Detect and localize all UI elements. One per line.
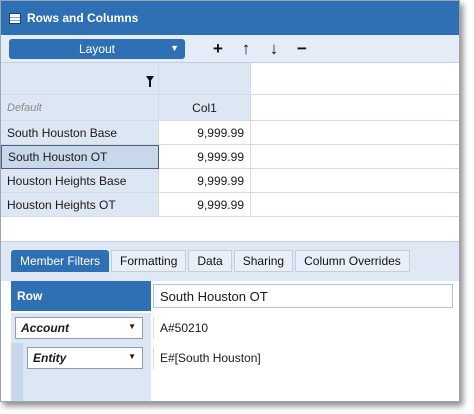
filter-icon[interactable] — [146, 75, 154, 87]
add-button[interactable]: + — [207, 38, 229, 60]
entity-dimension-label: Entity — [33, 351, 67, 365]
account-dimension-select[interactable]: Account ▼ — [15, 317, 143, 339]
entity-filter-row: Entity ▼ E#[South Houston] — [1, 343, 459, 373]
default-row-header: Default — [1, 95, 159, 121]
empty-cell — [251, 121, 459, 145]
tab-member-filters[interactable]: Member Filters — [11, 250, 110, 272]
empty-cell — [251, 63, 459, 95]
row-header[interactable]: Houston Heights Base — [1, 169, 159, 193]
layout-dropdown[interactable]: Layout ▼ — [9, 38, 185, 59]
empty-cell — [251, 169, 459, 193]
empty-cell — [251, 193, 459, 217]
rows-and-columns-panel: Rows and Columns Layout ▼ + ↑ ↓ − Defaul… — [0, 0, 460, 402]
next-filter-row — [1, 373, 459, 401]
layout-dropdown-label: Layout — [78, 41, 116, 56]
row-label: Row — [11, 281, 151, 311]
data-cell[interactable]: 9,999.99 — [159, 193, 251, 217]
row-header-selected[interactable]: South Houston OT — [1, 145, 159, 169]
table-row[interactable]: South Houston OT 9,999.99 — [1, 145, 459, 169]
row-name-input[interactable]: South Houston OT — [153, 284, 453, 308]
tab-strip: Member Filters Formatting Data Sharing C… — [1, 241, 459, 281]
account-filter-input[interactable]: A#50210 — [153, 317, 453, 339]
tab-formatting[interactable]: Formatting — [111, 250, 187, 272]
grid-filter-row — [1, 63, 459, 95]
indent-marker — [11, 343, 23, 373]
remove-button[interactable]: − — [291, 38, 313, 60]
row-header[interactable]: South Houston Base — [1, 121, 159, 145]
data-cell[interactable]: 9,999.99 — [159, 169, 251, 193]
grid-header-row: Default Col1 — [1, 95, 459, 121]
tab-data[interactable]: Data — [188, 250, 232, 272]
dropdown-arrow-icon: ▼ — [128, 352, 136, 361]
tab-sharing[interactable]: Sharing — [233, 250, 294, 272]
data-cell[interactable]: 9,999.99 — [159, 145, 251, 169]
window-title: Rows and Columns — [27, 11, 139, 25]
title-bar: Rows and Columns — [1, 1, 459, 35]
indent-marker — [11, 373, 23, 401]
row-header[interactable]: Houston Heights OT — [1, 193, 159, 217]
table-row[interactable]: South Houston Base 9,999.99 — [1, 121, 459, 145]
account-dimension-label: Account — [21, 321, 69, 335]
tabs: Member Filters Formatting Data Sharing C… — [11, 250, 412, 272]
tab-column-overrides[interactable]: Column Overrides — [295, 250, 410, 272]
default-label: Default — [7, 101, 42, 114]
dropdown-arrow-icon: ▼ — [128, 322, 136, 331]
table-row[interactable]: Houston Heights Base 9,999.99 — [1, 169, 459, 193]
table-row[interactable]: Houston Heights OT 9,999.99 — [1, 193, 459, 217]
column-header-col1[interactable]: Col1 — [159, 95, 251, 121]
move-up-button[interactable]: ↑ — [235, 38, 257, 60]
member-filters-form: Row South Houston OT Account ▼ A#50210 E… — [1, 281, 459, 401]
rows-columns-grid: Default Col1 South Houston Base 9,999.99… — [1, 63, 459, 241]
filter-cell-col1 — [159, 63, 251, 95]
label-strip — [11, 373, 151, 401]
account-filter-row: Account ▼ A#50210 — [1, 313, 459, 343]
grid-icon — [9, 12, 21, 24]
entity-dimension-select[interactable]: Entity ▼ — [27, 347, 143, 369]
entity-filter-input[interactable]: E#[South Houston] — [153, 347, 453, 369]
data-cell[interactable]: 9,999.99 — [159, 121, 251, 145]
move-down-button[interactable]: ↓ — [263, 38, 285, 60]
row-name-row: Row South Houston OT — [1, 281, 459, 311]
toolbar: Layout ▼ + ↑ ↓ − — [1, 35, 459, 63]
filter-cell[interactable] — [1, 63, 159, 95]
column-header-label: Col1 — [192, 100, 217, 115]
empty-cell — [251, 95, 459, 121]
dropdown-arrow-icon: ▼ — [170, 42, 179, 53]
empty-cell — [251, 145, 459, 169]
